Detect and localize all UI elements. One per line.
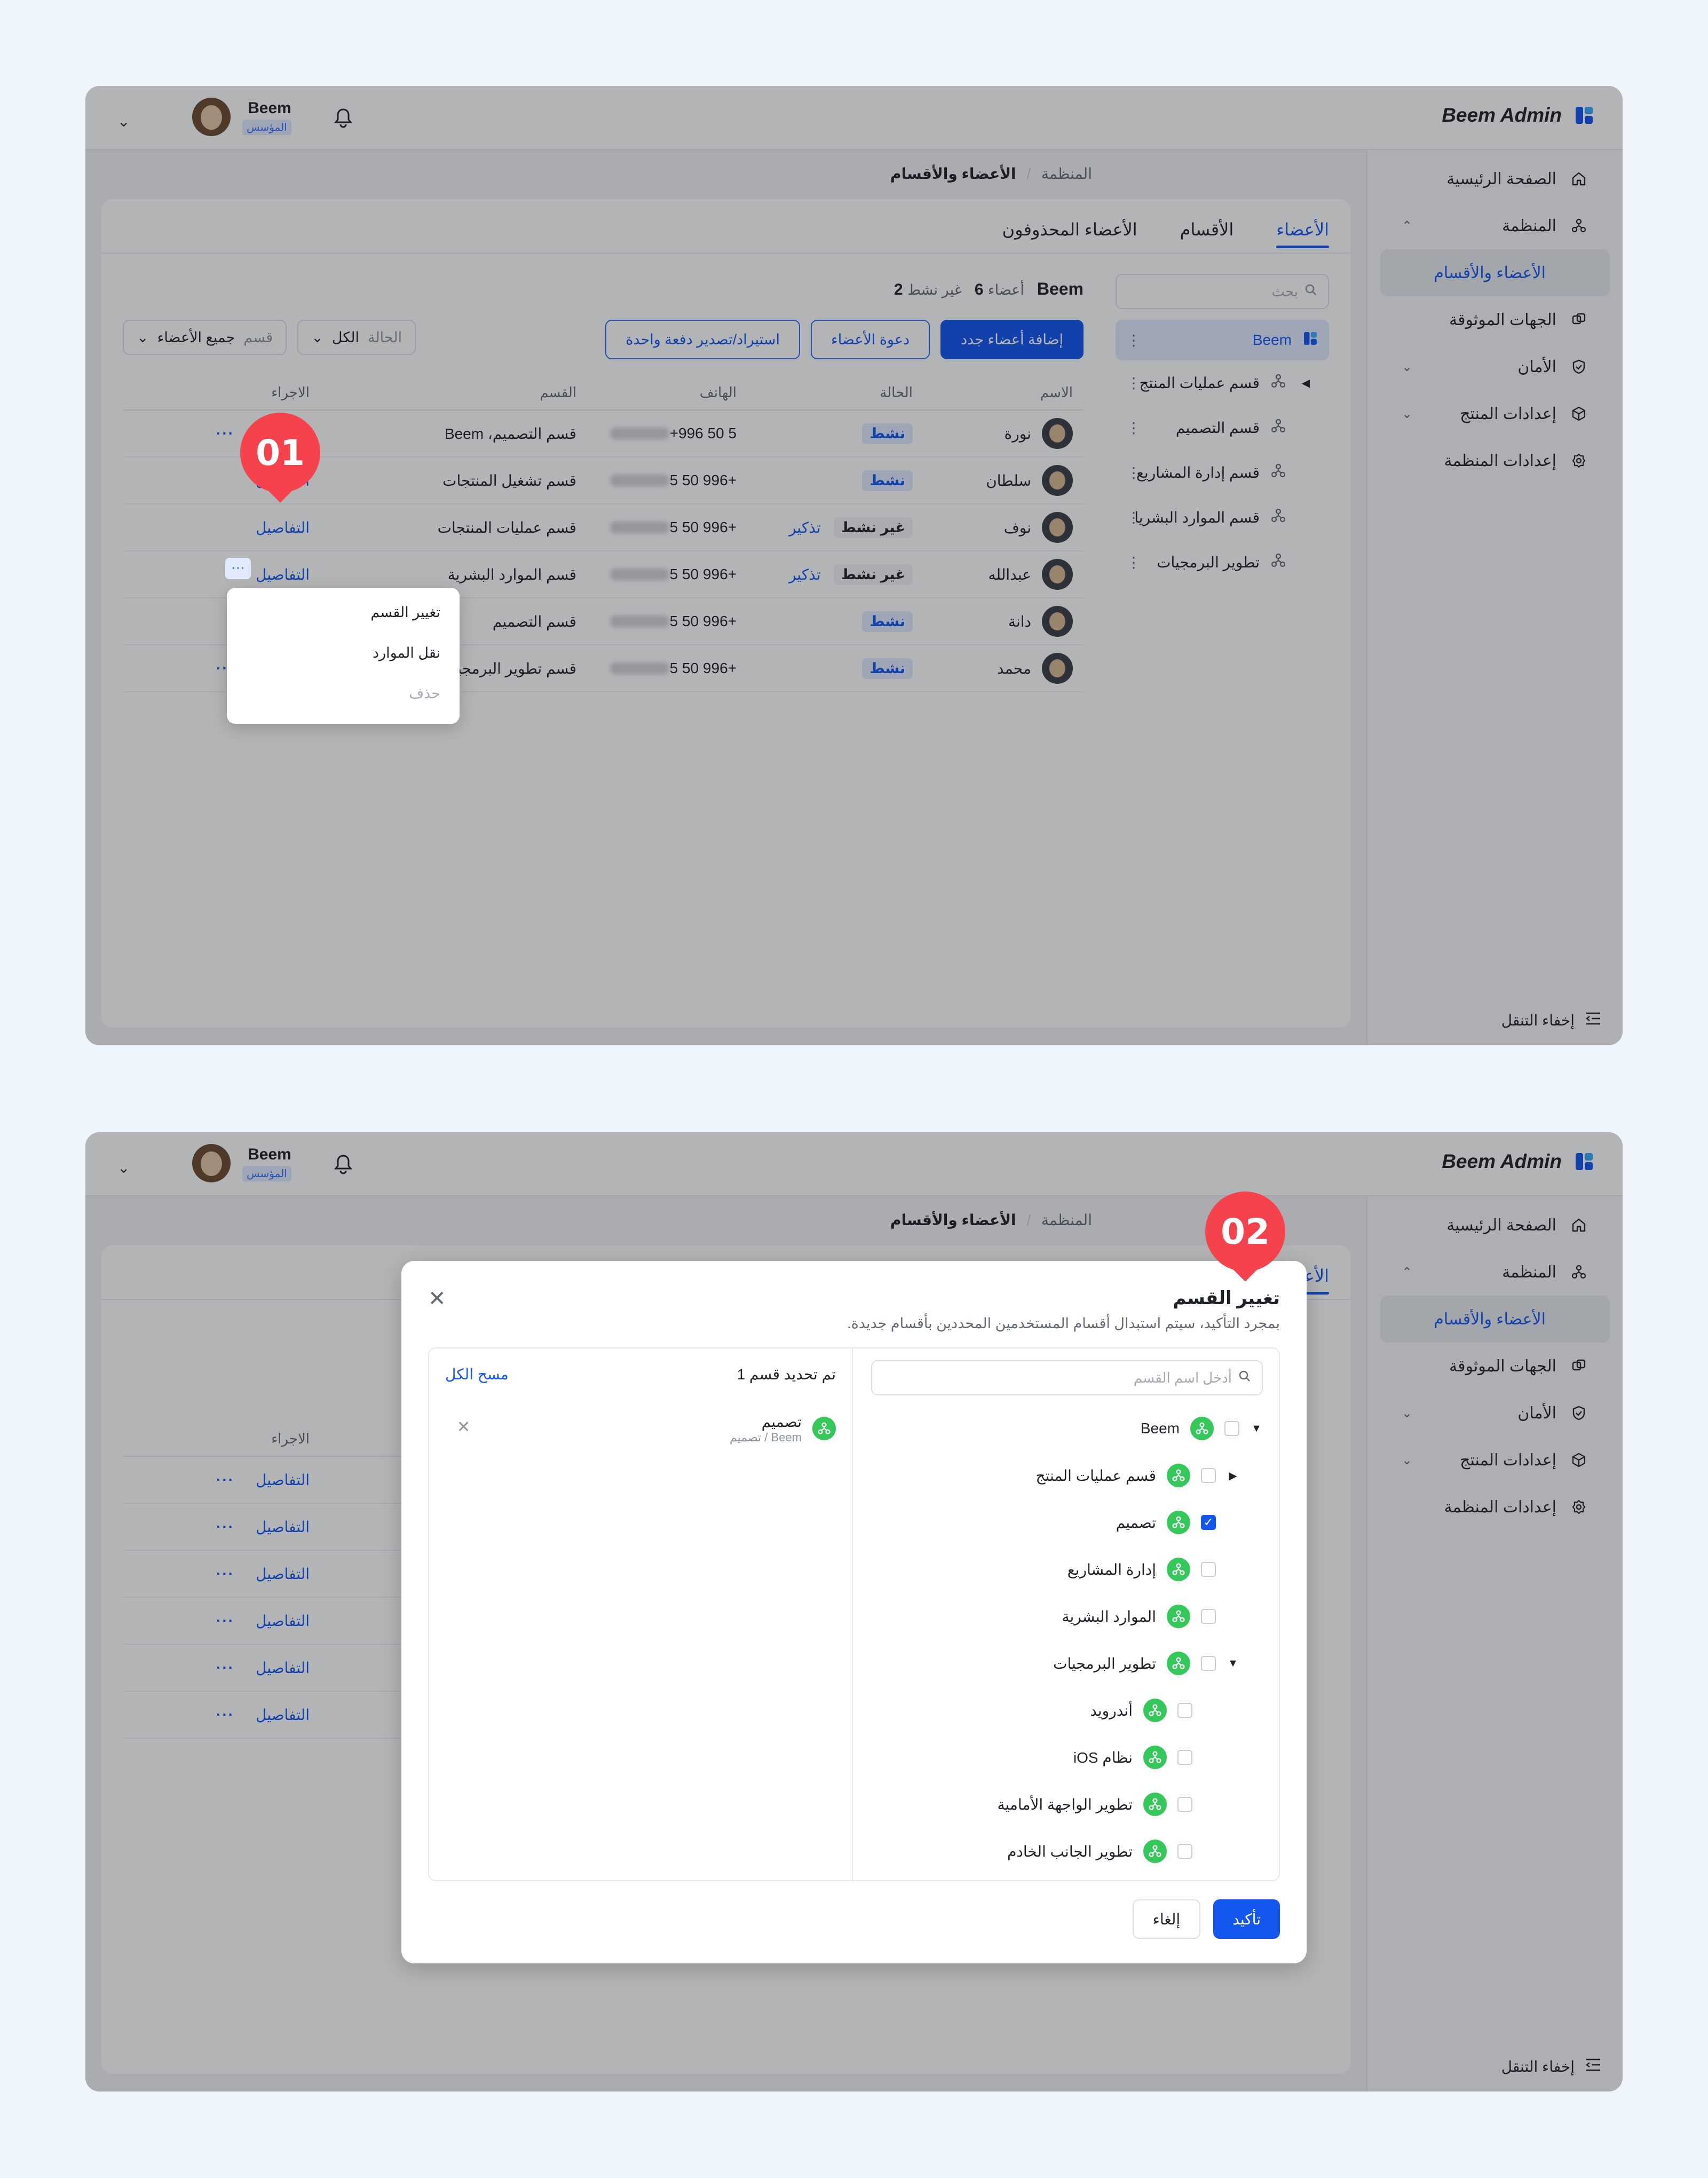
menu-item-transfer-resources[interactable]: نقل الموارد [231,633,455,673]
close-icon[interactable]: ✕ [428,1287,446,1311]
group-icon [1167,1605,1190,1628]
dialog-body: أدخل اسم القسم ▼ Beem ▶ قسم عمليات المنت… [428,1347,1280,1881]
remove-icon[interactable]: ✕ [457,1418,470,1437]
group-icon [1143,1840,1167,1863]
more-icon[interactable]: ··· [225,558,251,579]
change-department-dialog: تغيير القسم بمجرد التأكيد، سيتم استبدال … [401,1261,1307,1963]
group-icon [1143,1746,1167,1769]
checkbox[interactable] [1224,1421,1239,1436]
menu-item-delete[interactable]: حذف [231,673,455,714]
row-context-menu: تغيير القسم نقل الموارد حذف [227,588,460,724]
option-department[interactable]: ▶ قسم عمليات المنتج [1035,1459,1239,1492]
department-picker: أدخل اسم القسم ▼ Beem ▶ قسم عمليات المنت… [852,1348,1279,1880]
search-icon [1238,1370,1251,1386]
checkbox[interactable] [1201,1562,1216,1577]
selected-departments: تم تحديد قسم 1 مسح الكل تصميم Beem / تصم… [429,1348,852,1880]
cancel-button[interactable]: إلغاء [1132,1899,1201,1939]
caret-down-icon[interactable]: ▼ [1250,1423,1263,1435]
confirm-button[interactable]: تأكيد [1213,1899,1280,1939]
group-icon [1190,1417,1214,1440]
checkbox[interactable] [1201,1468,1216,1483]
clear-all-link[interactable]: مسح الكل [445,1366,509,1383]
checkbox[interactable] [1177,1750,1192,1765]
option-department[interactable]: ▼ تطوير البرمجيات [1053,1647,1239,1679]
option-department[interactable]: الموارد البشرية [1062,1600,1216,1632]
step-marker: 01 [240,413,320,503]
checkbox[interactable] [1177,1844,1192,1859]
group-icon [1143,1699,1167,1722]
option-department[interactable]: أندرويد [1090,1694,1192,1726]
option-department[interactable]: تطوير الواجهة الأمامية [997,1788,1192,1820]
caret-right-icon[interactable]: ▶ [1227,1469,1239,1482]
checkbox[interactable] [1177,1797,1192,1812]
option-department[interactable]: نظام iOS [1073,1741,1192,1773]
step-marker: 02 [1205,1191,1285,1282]
group-icon [1167,1558,1190,1581]
selected-item: تصميم Beem / تصميم ✕ [446,1407,836,1450]
group-icon [1143,1793,1167,1816]
dialog-subtitle: بمجرد التأكيد، سيتم استبدال أقسام المستخ… [847,1315,1280,1331]
option-department[interactable]: إدارة المشاريع [1068,1553,1216,1585]
caret-down-icon[interactable]: ▼ [1227,1658,1239,1670]
option-department[interactable]: تطوير الجانب الخادم [1007,1835,1192,1867]
option-beem[interactable]: ▼ Beem [1141,1412,1263,1445]
dialog-title: تغيير القسم [1173,1288,1280,1308]
option-department[interactable]: ✓ تصميم [1116,1506,1216,1538]
group-icon [1167,1511,1190,1534]
menu-item-change-department[interactable]: تغيير القسم [231,592,455,633]
group-icon [1167,1652,1190,1675]
checkbox[interactable] [1201,1609,1216,1624]
department-search-input[interactable]: أدخل اسم القسم [871,1360,1263,1395]
checkbox[interactable] [1177,1703,1192,1718]
group-icon [812,1417,836,1440]
group-icon [1167,1464,1190,1487]
selected-count: تم تحديد قسم 1 [737,1366,836,1383]
screen-members-list: Beem Admin Beem المؤسس ⌄ المنظمة / الأعض… [85,86,1623,1045]
checkbox-checked[interactable]: ✓ [1201,1515,1216,1530]
checkbox[interactable] [1201,1656,1216,1671]
